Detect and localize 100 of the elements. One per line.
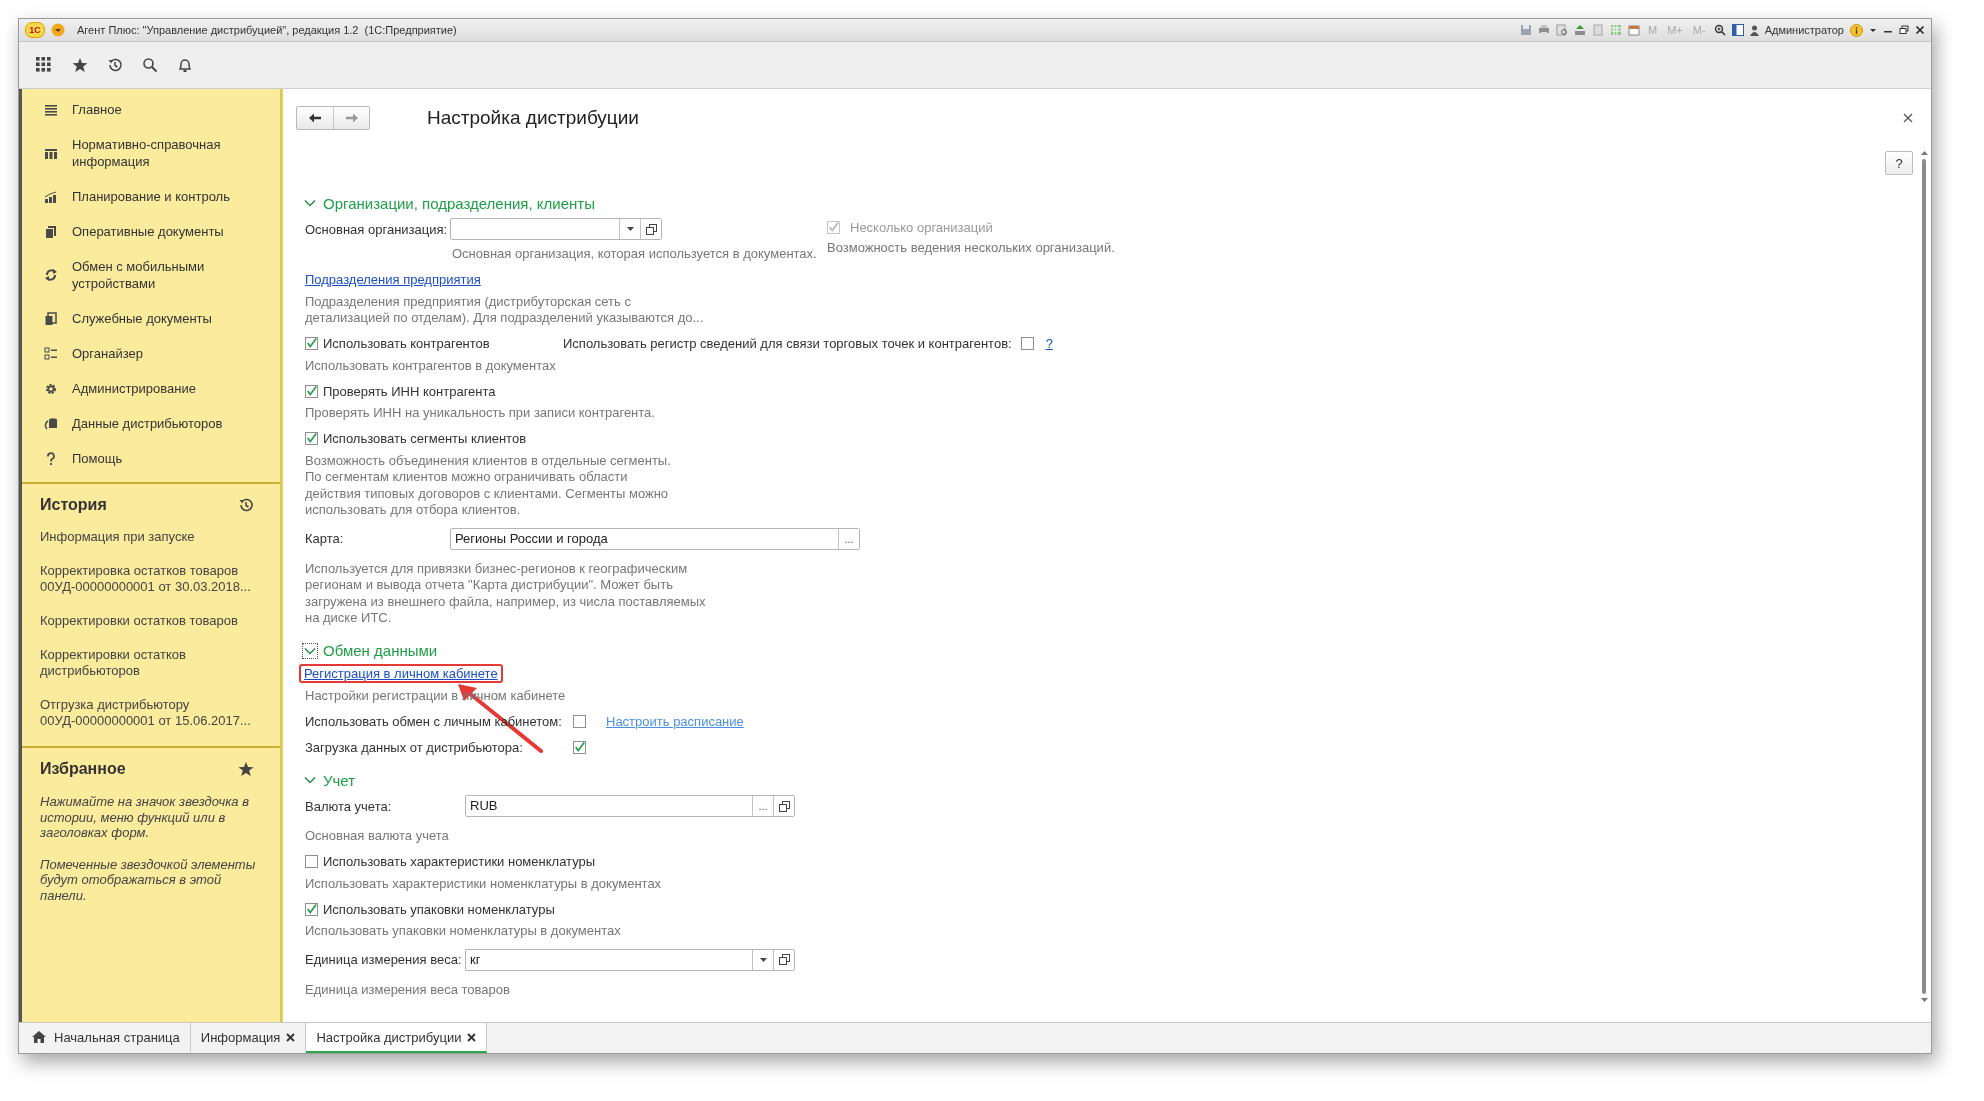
checkbox[interactable] <box>305 855 318 868</box>
hint-text: Единица измерения веса товаров <box>305 981 511 998</box>
sync-icon <box>44 268 58 282</box>
history-item[interactable]: Корректировки остатков дистрибьюторов <box>22 638 280 688</box>
database-sync-icon <box>44 416 58 431</box>
checkbox[interactable] <box>1020 337 1034 350</box>
hint-text: Подразделения предприятия (дистрибуторская сеть с детализацией по отделам). Для подразделений указываются до... <box>305 293 705 327</box>
group-heading[interactable]: Учет <box>323 771 356 789</box>
form-title: Настройка дистрибуции <box>427 107 639 129</box>
bar-chart-icon <box>44 189 58 204</box>
zoom-icon[interactable] <box>1713 24 1726 36</box>
link[interactable]: Подразделения предприятия <box>305 272 481 287</box>
choose-button[interactable]: ... <box>838 528 859 549</box>
input-field[interactable] <box>450 218 662 240</box>
field-label: Единица измерения веса: <box>305 952 463 967</box>
documents-icon <box>44 311 58 326</box>
input-field[interactable]: кг <box>465 948 795 971</box>
tab[interactable]: Начальная страница <box>22 1023 191 1053</box>
sidebar-item[interactable]: Помощь <box>72 450 123 467</box>
checkbox-label: Несколько организаций <box>850 220 993 235</box>
arrow-left-icon <box>308 113 322 123</box>
star-icon[interactable] <box>72 57 88 73</box>
menu-icon <box>44 102 58 117</box>
scroll-up-icon[interactable] <box>1920 151 1928 155</box>
checkbox-label: Проверять ИНН контрагента <box>323 383 496 399</box>
scroll-down-icon[interactable] <box>1920 998 1928 1002</box>
sidebar-item[interactable]: Обмен с мобильными устройствами <box>72 258 205 292</box>
checkbox-label: Использовать упаковки номенклатуры <box>323 901 555 917</box>
sidebar-item[interactable]: Администрирование <box>72 380 196 397</box>
hint-text: Использовать упаковки номенклатуры в документах <box>305 923 622 940</box>
hint-text: Нажимайте на значок звездочка в истории, меню функций или в заголовках форм. <box>39 793 250 843</box>
print-icon[interactable] <box>1538 24 1551 36</box>
documents-icon <box>44 224 58 239</box>
sidebar-item[interactable]: Планирование и контроль <box>72 188 230 205</box>
hint-text: Основная валюта учета <box>305 828 450 845</box>
checklist-icon <box>44 346 58 361</box>
history-icon[interactable] <box>107 57 123 73</box>
sidebar-item[interactable]: Данные дистрибьюторов <box>72 415 223 432</box>
windows-icon <box>645 223 657 235</box>
checkbox-label: Использовать регистр сведений для связи торговых точек и контрагентов: <box>563 336 1012 351</box>
bell-icon[interactable] <box>177 57 193 73</box>
panel-icon[interactable] <box>1731 24 1744 36</box>
help-link[interactable]: ? <box>1045 336 1053 351</box>
hint-text: Возможность ведения нескольких организаций. <box>827 240 1115 257</box>
checkbox[interactable] <box>573 740 586 754</box>
history-item[interactable]: Корректировки остатков товаров <box>22 604 280 638</box>
link[interactable]: Регистрация в личном кабинете <box>304 666 498 681</box>
open-button[interactable] <box>773 796 794 816</box>
panel-heading: Избранное <box>40 760 126 778</box>
history-icon[interactable] <box>238 497 254 513</box>
field-label: Валюта учета: <box>305 798 393 814</box>
sidebar-item[interactable]: Оперативные документы <box>72 223 224 240</box>
history-item[interactable]: Отгрузка дистрибьютору 00УД-00000000001 от 15.06.2017... <box>22 688 280 738</box>
menu-caret-icon[interactable] <box>51 23 65 37</box>
group-heading[interactable]: Обмен данными <box>323 642 438 659</box>
search-icon[interactable] <box>142 57 158 73</box>
checkbox-label: Использовать характеристики номенклатуры <box>323 854 596 869</box>
checkbox[interactable] <box>305 337 318 350</box>
tab[interactable]: Настройка дистрибуции <box>306 1023 488 1053</box>
checkbox-label: Использовать сегменты клиентов <box>323 431 527 446</box>
sidebar-item[interactable]: Органайзер <box>72 345 143 362</box>
close-icon[interactable] <box>1903 113 1913 123</box>
checkbox[interactable] <box>573 714 586 728</box>
preview-icon[interactable] <box>1556 24 1569 36</box>
caret-icon <box>759 957 767 962</box>
history-item[interactable]: Корректировка остатков товаров 00УД-00000000001 от 30.03.2018... <box>22 554 280 604</box>
restore-icon[interactable] <box>1899 25 1909 35</box>
help-button[interactable]: ? <box>1885 151 1913 175</box>
user-name[interactable]: Администратор <box>1764 24 1844 36</box>
hint-text: Помеченные звездочкой элементы будут отображаться в этой панели. <box>39 855 257 905</box>
hint-text: Возможность объединения клиентов в отдельные сегменты. По сегментам клиентов можно ограничивать области действия типовых договоров с клиентами. Сегменты можно использовать для отбора клиентов. <box>305 452 672 519</box>
group-heading[interactable]: Организации, подразделения, клиенты <box>323 194 595 212</box>
hint-text: Основная организация, которая используется в документах. <box>452 246 818 263</box>
input-field[interactable]: Регионы России и города ... <box>450 527 860 550</box>
close-icon[interactable] <box>1915 25 1925 35</box>
calendar-icon[interactable] <box>1628 24 1641 36</box>
close-icon[interactable] <box>467 1032 477 1042</box>
chevron-icon[interactable] <box>302 642 318 659</box>
input-field[interactable]: RUB ... <box>465 795 795 817</box>
open-button[interactable] <box>773 949 794 970</box>
history-item[interactable]: Информация при запуске <box>22 520 280 554</box>
caret-icon[interactable] <box>1869 26 1877 34</box>
close-icon[interactable] <box>286 1032 296 1042</box>
home-icon <box>32 1031 46 1043</box>
scrollbar-thumb[interactable] <box>1922 159 1926 994</box>
checkbox[interactable] <box>305 902 318 916</box>
settings-icon <box>44 381 58 396</box>
user-icon <box>1749 24 1759 36</box>
checkbox[interactable] <box>305 384 318 398</box>
apps-grid-icon[interactable] <box>35 56 53 74</box>
open-button[interactable] <box>640 219 661 239</box>
info-icon[interactable] <box>1850 23 1863 37</box>
checkbox-label: Загрузка данных от дистрибьютора: <box>305 739 524 755</box>
arrow-right-icon <box>344 113 359 123</box>
sidebar-item[interactable]: Главное <box>72 101 122 118</box>
checkbox[interactable] <box>305 432 318 445</box>
sidebar-item[interactable]: Нормативно-справочная информация <box>72 136 221 170</box>
upload-icon[interactable] <box>1574 24 1587 36</box>
sidebar-item[interactable]: Служебные документы <box>72 310 212 327</box>
window-title: Агент Плюс: "Управление дистрибуцией", редакция 1.2 (1С:Предприятие) <box>77 24 457 36</box>
